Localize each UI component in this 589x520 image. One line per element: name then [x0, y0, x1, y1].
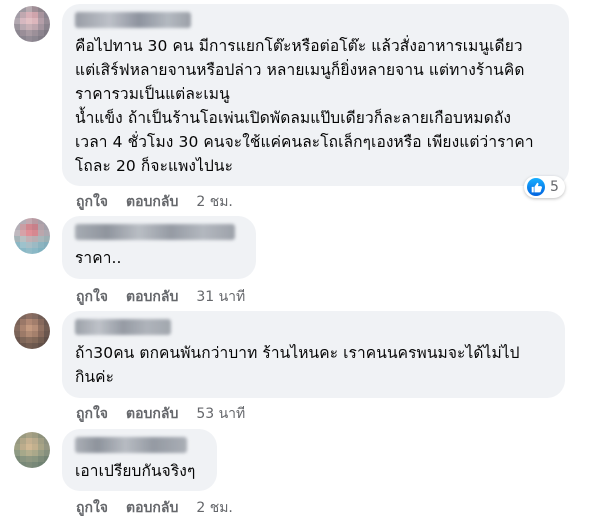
comment-actions: ถูกใจ ตอบกลับ 53 นาที: [76, 403, 245, 425]
timestamp[interactable]: 31 นาที: [196, 286, 245, 308]
avatar[interactable]: [14, 218, 50, 254]
comment-text: เอาเปรียบกันจริงๆ: [75, 462, 196, 480]
reply-button[interactable]: ตอบกลับ: [126, 403, 178, 425]
reaction-count[interactable]: 5: [524, 176, 565, 198]
like-button[interactable]: ถูกใจ: [76, 497, 108, 519]
avatar[interactable]: [14, 432, 50, 468]
comment-actions: ถูกใจ ตอบกลับ 2 ชม.: [76, 497, 233, 519]
reply-button[interactable]: ตอบกลับ: [126, 191, 178, 213]
timestamp[interactable]: 2 ชม.: [196, 497, 233, 519]
author-name-blurred[interactable]: [75, 319, 171, 335]
comment-text: คือไปทาน 30 คน มีการแยกโต๊ะหรือต่อโต๊ะ แ…: [75, 37, 534, 175]
timestamp[interactable]: 53 นาที: [196, 403, 245, 425]
like-icon: [527, 178, 545, 196]
author-name-blurred[interactable]: [75, 224, 235, 240]
reaction-count-label: 5: [550, 179, 559, 195]
reply-button[interactable]: ตอบกลับ: [126, 286, 178, 308]
like-button[interactable]: ถูกใจ: [76, 286, 108, 308]
comment-bubble: เอาเปรียบกันจริงๆ: [62, 429, 217, 491]
comment-text: ราคา..: [75, 249, 122, 267]
avatar[interactable]: [14, 313, 50, 349]
author-name-blurred[interactable]: [75, 437, 187, 453]
like-button[interactable]: ถูกใจ: [76, 191, 108, 213]
comment-text: ถ้า30คน ตกคนพันกว่าบาท ร้านไหนคะ เราคนนค…: [75, 344, 520, 386]
timestamp[interactable]: 2 ชม.: [196, 191, 233, 213]
reply-button[interactable]: ตอบกลับ: [126, 497, 178, 519]
comment-bubble: คือไปทาน 30 คน มีการแยกโต๊ะหรือต่อโต๊ะ แ…: [62, 4, 569, 186]
author-name-blurred[interactable]: [75, 12, 191, 28]
avatar[interactable]: [14, 6, 50, 42]
comment-bubble: ถ้า30คน ตกคนพันกว่าบาท ร้านไหนคะ เราคนนค…: [62, 311, 565, 398]
comment-actions: ถูกใจ ตอบกลับ 31 นาที: [76, 286, 245, 308]
like-button[interactable]: ถูกใจ: [76, 403, 108, 425]
comment-actions: ถูกใจ ตอบกลับ 2 ชม.: [76, 191, 233, 213]
comment-bubble: ราคา..: [62, 216, 256, 279]
